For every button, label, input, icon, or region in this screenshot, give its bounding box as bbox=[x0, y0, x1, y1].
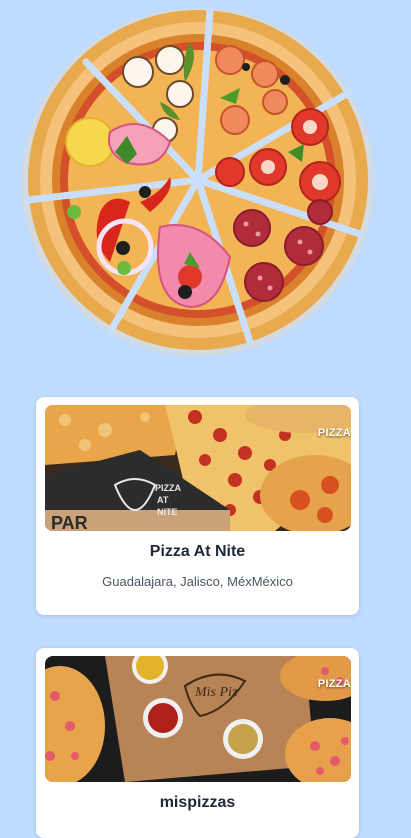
restaurant-location: Guadalajara, Jalisco, MéxMéxico bbox=[102, 574, 293, 589]
image-tag: PIZZA bbox=[317, 678, 351, 690]
image-tag: PIZZA bbox=[317, 427, 351, 439]
restaurant-image: PIZZA AT NITE PAR PIZZA bbox=[45, 405, 351, 531]
restaurant-name: Pizza At Nite bbox=[149, 543, 246, 560]
restaurant-image: Mis Piz PIZZA bbox=[45, 656, 351, 782]
svg-text:Mis Piz: Mis Piz bbox=[194, 685, 238, 700]
svg-text:NITE: NITE bbox=[157, 507, 178, 517]
svg-text:AT: AT bbox=[157, 495, 169, 505]
svg-text:PAR: PAR bbox=[51, 513, 88, 531]
hero-pizza-illustration bbox=[20, 2, 380, 358]
restaurant-card[interactable]: Mis Piz PIZZA mispizzas bbox=[36, 648, 359, 838]
restaurant-name: mispizzas bbox=[159, 794, 236, 811]
restaurant-card[interactable]: PIZZA AT NITE PAR PIZZA Pizza At Nite Gu… bbox=[36, 397, 359, 615]
svg-text:PIZZA: PIZZA bbox=[155, 483, 181, 493]
